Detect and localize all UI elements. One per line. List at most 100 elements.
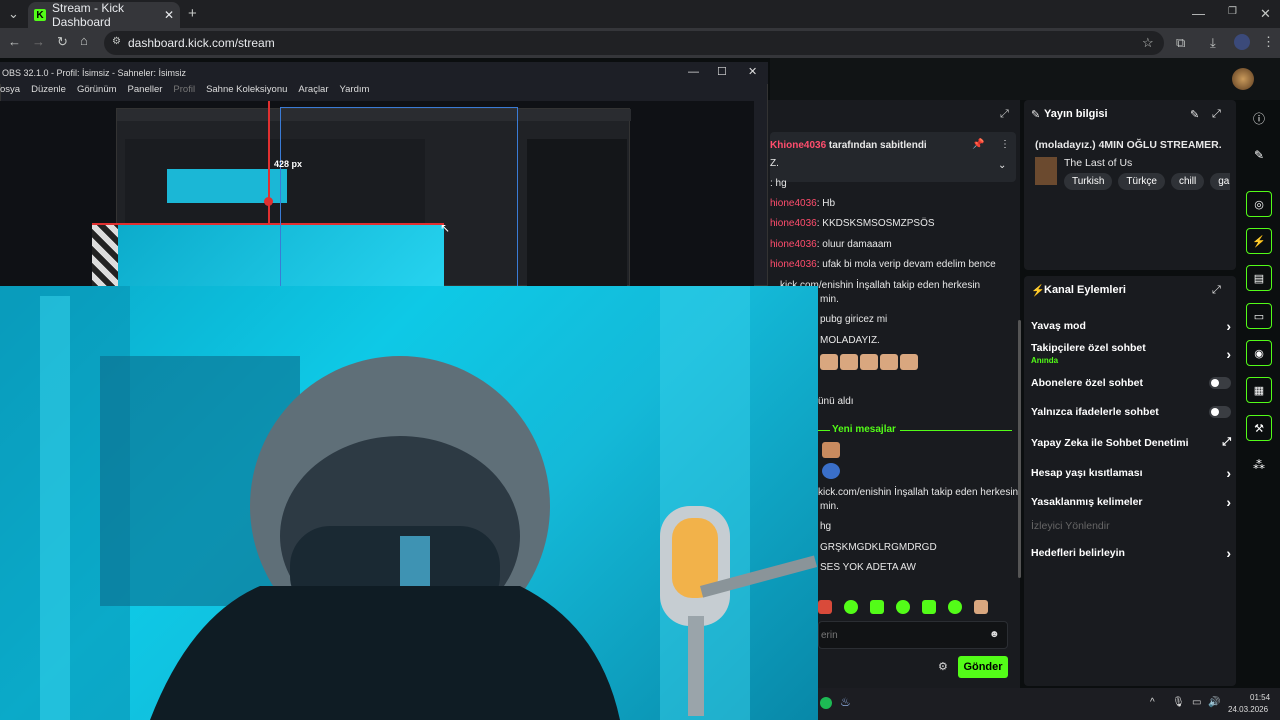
- clock-date[interactable]: 24.03.2026: [1228, 705, 1268, 714]
- emote-icon[interactable]: [896, 600, 910, 614]
- menu-help[interactable]: Yardım: [340, 84, 370, 100]
- wrench-icon[interactable]: ⚒: [1246, 415, 1272, 441]
- pinned-user: Khione4036: [770, 140, 827, 151]
- action-slow-mode[interactable]: Yavaş mod ›: [1031, 318, 1231, 334]
- menu-view[interactable]: Görünüm: [77, 84, 117, 100]
- action-emote-only[interactable]: Yalnızca ifadelerle sohbet: [1031, 406, 1231, 418]
- resize-handle[interactable]: [264, 197, 273, 206]
- menu-edit[interactable]: Düzenle: [31, 84, 66, 100]
- user-avatar[interactable]: [1232, 68, 1254, 90]
- kick-header: [770, 58, 1280, 100]
- action-followers-only[interactable]: Takipçilere özel sohbet Anında ›: [1031, 342, 1231, 365]
- site-info-icon[interactable]: ⚙: [112, 36, 121, 47]
- action-set-goals[interactable]: Hedefleri belirleyin ›: [1031, 545, 1231, 561]
- emote-icon: [840, 354, 858, 370]
- popout-icon[interactable]: ⤢: [1212, 108, 1221, 121]
- lightning-icon[interactable]: ⚡: [1246, 228, 1272, 254]
- profile-avatar[interactable]: [1234, 34, 1250, 50]
- chat-message-cont: min.: [820, 294, 839, 305]
- volume-icon[interactable]: 🔊: [1208, 697, 1220, 708]
- action-account-age[interactable]: Hesap yaşı kısıtlaması ›: [1031, 465, 1231, 481]
- apps-icon[interactable]: ⁂: [1246, 452, 1272, 478]
- obs-preview[interactable]: 428 px ↖: [0, 101, 754, 286]
- document-icon[interactable]: ▤: [1246, 265, 1272, 291]
- emote-icon[interactable]: [974, 600, 988, 614]
- tray-chevron-icon[interactable]: ^: [1150, 697, 1155, 708]
- chat-message: pubg giricez mi: [820, 314, 888, 325]
- emote-icon[interactable]: [844, 600, 858, 614]
- toggle-switch[interactable]: [1209, 377, 1231, 389]
- forward-icon[interactable]: →: [32, 34, 45, 49]
- close-window-icon[interactable]: ✕: [1260, 6, 1271, 22]
- menu-docks[interactable]: Paneller: [128, 84, 163, 100]
- emote-icon[interactable]: [870, 600, 884, 614]
- info-icon[interactable]: ⓘ: [1246, 105, 1272, 131]
- menu-file[interactable]: osya: [0, 84, 20, 100]
- pin-icon[interactable]: 📌: [972, 139, 984, 150]
- emote-icon[interactable]: [948, 600, 962, 614]
- restore-icon[interactable]: ❐: [1228, 6, 1237, 17]
- minimize-icon[interactable]: —: [688, 66, 699, 78]
- chat-message: hione4036: Hb: [770, 198, 836, 209]
- lightning-icon: ⚡: [1031, 285, 1045, 297]
- chevron-down-icon[interactable]: ⌄: [998, 160, 1006, 171]
- address-bar[interactable]: ⚙ dashboard.kick.com/stream: [104, 31, 1164, 55]
- new-tab-icon[interactable]: +: [188, 5, 197, 22]
- emoji-icon[interactable]: ☻: [989, 629, 1000, 640]
- download-icon[interactable]: ⤓: [1210, 35, 1216, 51]
- chat-input[interactable]: erin ☻: [818, 621, 1008, 649]
- browser-menu-icon[interactable]: ⋮: [1262, 34, 1275, 50]
- chat-message-cont: min.: [820, 501, 839, 512]
- back-icon[interactable]: ←: [8, 34, 21, 49]
- network-icon[interactable]: ▭: [1192, 697, 1201, 708]
- spotify-icon[interactable]: [820, 697, 832, 709]
- channel-actions-title: Kanal Eylemleri: [1044, 284, 1126, 296]
- external-link-icon: ⤢: [1222, 436, 1231, 448]
- focus-icon[interactable]: ◎: [1246, 191, 1272, 217]
- pinned-message: Khione4036 tarafından sabitlendi Z. 📌 ⋮ …: [770, 132, 1016, 182]
- steam-icon[interactable]: ♨: [840, 695, 851, 709]
- bookmark-star-icon[interactable]: ☆: [1142, 35, 1154, 51]
- pinned-menu-icon[interactable]: ⋮: [1000, 139, 1010, 150]
- broadcast-icon[interactable]: ◉: [1246, 340, 1272, 366]
- action-banned-words[interactable]: Yasaklanmış kelimeler ›: [1031, 494, 1231, 510]
- webcam-scene: [0, 286, 818, 720]
- minimize-icon[interactable]: —: [1192, 6, 1205, 21]
- chat-message[interactable]: kick.com/enishin İnşallah takip eden her…: [818, 487, 1018, 498]
- tab-search-icon[interactable]: ⌄: [8, 6, 19, 22]
- menu-tools[interactable]: Araçlar: [298, 84, 328, 100]
- chat-popout-icon[interactable]: ⤢: [1000, 108, 1009, 121]
- category-name[interactable]: The Last of Us: [1064, 157, 1132, 169]
- browser-tab[interactable]: K Stream - Kick Dashboard ✕: [28, 1, 180, 29]
- close-icon[interactable]: ✕: [748, 65, 757, 78]
- layout-icon[interactable]: ▦: [1246, 377, 1272, 403]
- tab-close-icon[interactable]: ✕: [164, 8, 174, 22]
- toggle-switch[interactable]: [1209, 406, 1231, 418]
- emote-icon[interactable]: [922, 600, 936, 614]
- stream-title: (moladayız.) 4MIN OĞLU STREAMER.: [1035, 139, 1222, 151]
- chat-icon[interactable]: ▭: [1246, 303, 1272, 329]
- extensions-icon[interactable]: ⧉: [1176, 35, 1185, 51]
- send-button[interactable]: Gönder: [958, 656, 1008, 678]
- menu-scene-collection[interactable]: Sahne Koleksiyonu: [206, 84, 287, 100]
- menu-profile[interactable]: Profil: [173, 84, 195, 100]
- stream-info-title: Yayın bilgisi: [1044, 108, 1108, 120]
- emote-quickbar: [818, 600, 988, 614]
- popout-icon[interactable]: ⤢: [1212, 284, 1221, 297]
- chat-settings-icon[interactable]: ⚙: [938, 660, 948, 673]
- obs-menubar: osya Düzenle Görünüm Paneller Profil Sah…: [0, 84, 768, 100]
- pinned-by: tarafından sabitlendi: [828, 140, 927, 151]
- maximize-icon[interactable]: ☐: [717, 65, 727, 78]
- home-icon[interactable]: ⌂: [80, 33, 88, 48]
- action-subscribers-only[interactable]: Abonelere özel sohbet: [1031, 377, 1231, 389]
- channel-actions-panel: [1024, 276, 1236, 686]
- reload-icon[interactable]: ↻: [57, 34, 68, 50]
- new-messages-label[interactable]: Yeni mesajlar: [832, 424, 896, 435]
- mic-icon[interactable]: 🎙: [1172, 697, 1185, 708]
- edit-icon[interactable]: ✎: [1190, 108, 1199, 121]
- emote-icon[interactable]: [818, 600, 832, 614]
- scrollbar[interactable]: [1018, 320, 1021, 578]
- pencil-icon[interactable]: ✎: [1246, 142, 1272, 168]
- action-ai-moderation[interactable]: Yapay Zeka ile Sohbet Denetimi ⤢: [1031, 436, 1231, 449]
- clock-time[interactable]: 01:54: [1250, 693, 1270, 702]
